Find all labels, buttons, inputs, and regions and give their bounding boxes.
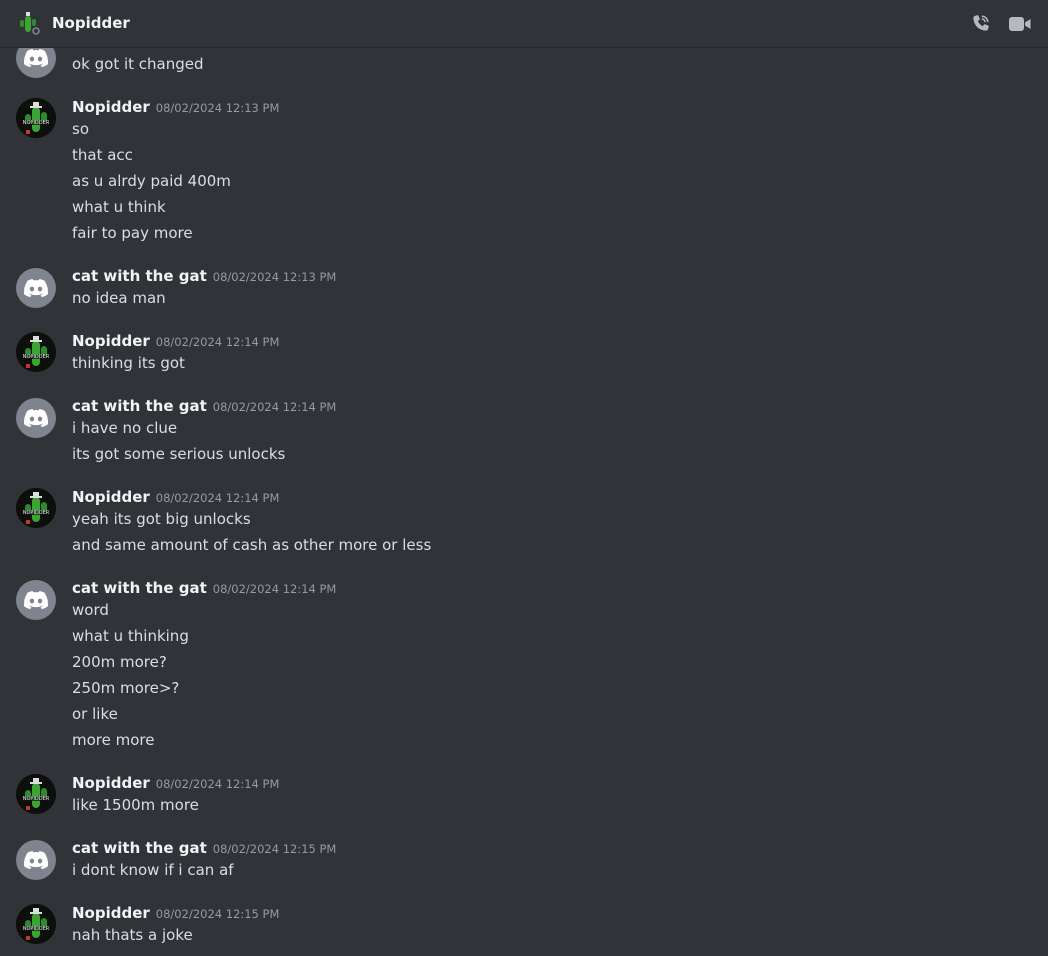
discord-logo-icon <box>24 851 48 869</box>
message-header: Nopidder 08/02/2024 12:14 PM <box>72 330 279 352</box>
message-line: and same amount of cash as other more or… <box>72 536 432 554</box>
nopidder-avatar[interactable]: NOPIDDER <box>16 332 56 372</box>
message-line: i dont know if i can af <box>72 861 234 879</box>
message-line: fair to pay more <box>72 224 193 242</box>
timestamp: 08/02/2024 12:14 PM <box>155 777 280 791</box>
svg-text:NOPIDDER: NOPIDDER <box>23 120 50 126</box>
message-header: Nopidder 08/02/2024 12:13 PM <box>72 96 279 118</box>
timestamp: 08/02/2024 12:15 PM <box>212 842 337 856</box>
video-call-button[interactable] <box>1008 12 1032 36</box>
discord-logo-icon <box>24 49 48 67</box>
timestamp: 08/02/2024 12:15 PM <box>155 907 280 921</box>
cactus-avatar-icon: NOPIDDER <box>16 488 56 528</box>
timestamp: 08/02/2024 12:14 PM <box>155 491 280 505</box>
svg-text:NOPIDDER: NOPIDDER <box>23 926 50 932</box>
timestamp: 08/02/2024 12:14 PM <box>212 400 337 414</box>
timestamp: 08/02/2024 12:13 PM <box>155 101 280 115</box>
message-line: what u think <box>72 198 166 216</box>
message-line: 250m more>? <box>72 679 180 697</box>
timestamp: 08/02/2024 12:14 PM <box>212 582 337 596</box>
author-name[interactable]: Nopidder <box>72 332 150 350</box>
message-header: Nopidder 08/02/2024 12:15 PM <box>72 902 279 924</box>
author-name[interactable]: Nopidder <box>72 774 150 792</box>
cactus-avatar-icon: NOPIDDER <box>16 98 56 138</box>
message-line: word <box>72 601 109 619</box>
discord-avatar[interactable] <box>16 398 56 438</box>
message-header: Nopidder 08/02/2024 12:14 PM <box>72 772 279 794</box>
author-name[interactable]: Nopidder <box>72 488 150 506</box>
discord-avatar[interactable] <box>16 580 56 620</box>
message-header: cat with the gat 08/02/2024 12:14 PM <box>72 395 336 417</box>
video-camera-icon <box>1009 17 1031 31</box>
message-line: that acc <box>72 146 133 164</box>
header-actions <box>968 12 1032 36</box>
svg-text:NOPIDDER: NOPIDDER <box>23 354 50 360</box>
author-name[interactable]: Nopidder <box>72 904 150 922</box>
message-line: yeah its got big unlocks <box>72 510 251 528</box>
discord-avatar[interactable] <box>16 268 56 308</box>
nopidder-avatar[interactable]: NOPIDDER <box>16 98 56 138</box>
message-list: ok got it changed NOPIDDER Nopidder08/0 <box>0 0 1048 956</box>
phone-call-icon <box>973 15 989 31</box>
channel-header: Nopidder <box>0 0 1048 48</box>
cactus-avatar-icon: NOPIDDER <box>16 332 56 372</box>
svg-text:NOPIDDER: NOPIDDER <box>23 796 50 802</box>
svg-text:NOPIDDER: NOPIDDER <box>23 510 50 516</box>
author-name[interactable]: cat with the gat <box>72 839 207 857</box>
header-avatar[interactable] <box>16 11 41 36</box>
message-line: so <box>72 120 89 138</box>
author-name[interactable]: cat with the gat <box>72 397 207 415</box>
message-line: what u thinking <box>72 627 189 645</box>
discord-avatar[interactable] <box>16 840 56 880</box>
timestamp: 08/02/2024 12:13 PM <box>212 270 337 284</box>
message-line: no idea man <box>72 289 166 307</box>
discord-logo-icon <box>24 279 48 297</box>
nopidder-avatar[interactable]: NOPIDDER <box>16 774 56 814</box>
message-line: or like <box>72 705 118 723</box>
nopidder-avatar[interactable]: NOPIDDER <box>16 488 56 528</box>
author-name[interactable]: cat with the gat <box>72 579 207 597</box>
message-line: ok got it changed <box>72 55 204 73</box>
author-name[interactable]: cat with the gat <box>72 267 207 285</box>
timestamp: 08/02/2024 12:14 PM <box>155 335 280 349</box>
message-line: like 1500m more <box>72 796 199 814</box>
author-name[interactable]: Nopidder <box>72 98 150 116</box>
message-line: its got some serious unlocks <box>72 445 286 463</box>
message-line: thinking its got <box>72 354 185 372</box>
cactus-avatar-icon: NOPIDDER <box>16 774 56 814</box>
cactus-avatar-icon: NOPIDDER <box>16 904 56 944</box>
discord-logo-icon <box>24 409 48 427</box>
page-title: Nopidder <box>52 14 130 32</box>
voice-call-button[interactable] <box>968 12 992 36</box>
message-line: as u alrdy paid 400m <box>72 172 231 190</box>
dm-window: ok got it changed NOPIDDER Nopidder08/0 <box>0 0 1048 956</box>
message-header: cat with the gat 08/02/2024 12:14 PM <box>72 577 336 599</box>
message-header: cat with the gat 08/02/2024 12:15 PM <box>72 837 336 859</box>
message-header: cat with the gat 08/02/2024 12:13 PM <box>72 265 336 287</box>
message-line: 200m more? <box>72 653 167 671</box>
message-line: more more <box>72 731 155 749</box>
message-line: nah thats a joke <box>72 926 193 944</box>
message-line: i have no clue <box>72 419 178 437</box>
nopidder-avatar[interactable]: NOPIDDER <box>16 904 56 944</box>
cactus-avatar-icon <box>20 12 41 36</box>
discord-logo-icon <box>24 591 48 609</box>
message-header: Nopidder 08/02/2024 12:14 PM <box>72 486 279 508</box>
